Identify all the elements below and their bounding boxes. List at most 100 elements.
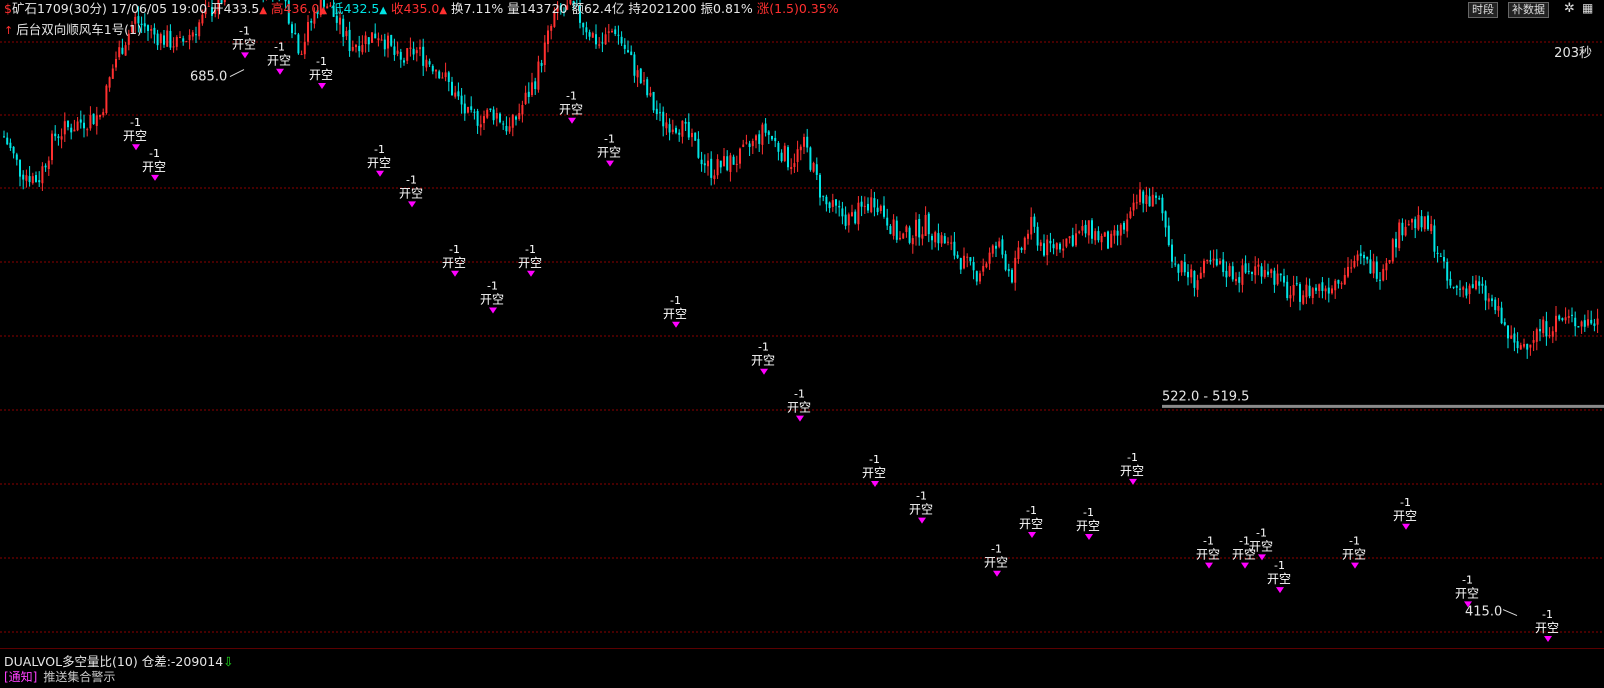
candle-body	[159, 34, 162, 44]
candle-body	[1337, 279, 1340, 284]
candle-body	[9, 142, 12, 149]
candle-body	[614, 29, 617, 35]
signal-action: 开空	[1196, 548, 1220, 562]
candle-body	[1545, 321, 1548, 337]
grid-menu-icon[interactable]: ▦	[1582, 1, 1593, 15]
candle-body	[1209, 260, 1212, 262]
position-diff-value: -209014	[170, 654, 224, 669]
candle-body	[1324, 288, 1327, 292]
candle-body	[1094, 231, 1097, 241]
candle-body	[291, 24, 293, 34]
candle-body	[185, 41, 188, 43]
signal-action: 开空	[1393, 509, 1417, 523]
candle-body	[1356, 254, 1359, 261]
countdown-timer: 203秒	[1554, 46, 1592, 61]
candle-body	[1203, 260, 1205, 274]
open-label: 开	[211, 1, 224, 16]
candle-body	[83, 122, 85, 129]
candle-body	[678, 132, 681, 135]
candle-body	[409, 47, 412, 49]
candle-body	[1577, 326, 1580, 328]
signal-qty: -1	[1274, 559, 1285, 572]
candle-body	[742, 144, 745, 147]
candle-body	[111, 68, 114, 79]
signal-triangle	[1351, 562, 1359, 569]
candle-body	[937, 233, 940, 244]
dollar-icon[interactable]: $	[4, 1, 12, 16]
candle-body	[1267, 271, 1269, 275]
candle-body	[1302, 295, 1305, 304]
candle-body	[1395, 238, 1397, 248]
candle-body	[1107, 231, 1109, 249]
candle-body	[617, 34, 620, 36]
candle-body	[1183, 261, 1186, 273]
candle-body	[1523, 344, 1525, 347]
signal-triangle	[1028, 531, 1036, 538]
candle-body	[451, 81, 453, 96]
candle-body	[883, 205, 885, 217]
candle-body	[927, 213, 930, 235]
candle-body	[351, 46, 354, 51]
candle-body	[1398, 222, 1401, 249]
candle-body	[604, 34, 607, 45]
candle-body	[767, 131, 770, 135]
candle-body	[739, 148, 741, 164]
candle-body	[687, 121, 690, 138]
strategy-title[interactable]: ↑ 后台双向顺风车1号(1)	[4, 19, 142, 38]
candle-body	[476, 111, 479, 126]
candle-body	[1231, 266, 1234, 280]
candle-body	[1535, 329, 1538, 342]
bar-datetime: 17/06/05 19:00	[110, 1, 208, 16]
candle-body	[1081, 226, 1084, 231]
candle-body	[1433, 225, 1436, 252]
candle-body	[719, 160, 722, 168]
candle-body	[1391, 239, 1394, 262]
candle-body	[1071, 235, 1074, 246]
settings-gear-icon[interactable]: ✲	[1564, 1, 1575, 16]
candle-body	[1193, 270, 1196, 288]
candle-body	[1132, 202, 1135, 211]
signal-qty: -1	[1083, 506, 1094, 519]
candle-body	[499, 113, 501, 123]
candle-body	[419, 47, 421, 50]
candle-body	[1174, 263, 1177, 265]
candle-body	[1001, 239, 1004, 255]
low-label: 低	[331, 1, 344, 16]
candle-body	[1363, 254, 1365, 259]
notice-prefix: [通知]	[4, 670, 38, 684]
candle-body	[854, 211, 857, 224]
candle-body	[47, 160, 50, 169]
candle-body	[595, 34, 597, 45]
candle-body	[751, 141, 754, 147]
candle-body	[1407, 224, 1410, 226]
candle-body	[659, 112, 661, 114]
supplement-data-button[interactable]: 补数据	[1508, 2, 1549, 18]
candle-body	[1286, 281, 1289, 299]
candle-body	[758, 134, 761, 144]
segment-button[interactable]: 时段	[1468, 2, 1498, 18]
signal-qty: -1	[374, 143, 385, 156]
candle-body	[1580, 321, 1583, 327]
up-arrow-icon: ▲	[439, 5, 448, 16]
candle-body	[1222, 259, 1225, 273]
candle-body	[89, 115, 92, 129]
candle-body	[1062, 248, 1065, 251]
candle-body	[92, 113, 95, 125]
candle-body	[1087, 220, 1090, 236]
candle-body	[1036, 226, 1039, 246]
signal-action: 开空	[309, 68, 333, 82]
candle-body	[777, 142, 780, 152]
candle-body	[172, 46, 175, 48]
amount-label: 额	[571, 1, 584, 16]
candle-body	[1011, 269, 1013, 283]
candle-body	[1468, 285, 1471, 295]
candle-body	[630, 51, 633, 55]
candle-body	[28, 176, 31, 183]
candle-body	[441, 77, 444, 79]
candle-body	[1283, 276, 1285, 283]
candle-body	[1023, 237, 1026, 250]
candle-body	[108, 77, 111, 88]
candle-body	[508, 126, 511, 132]
candle-body	[1103, 232, 1106, 237]
candle-body	[911, 238, 914, 245]
